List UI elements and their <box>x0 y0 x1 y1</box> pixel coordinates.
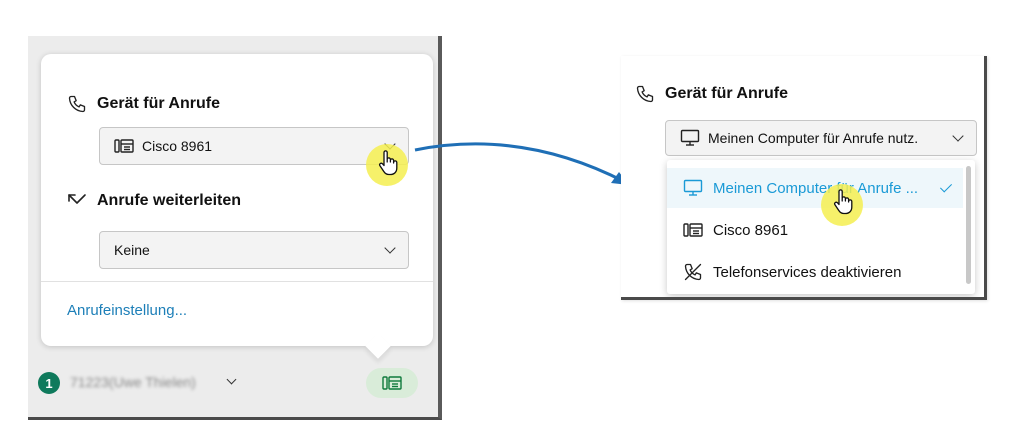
option-computer[interactable]: Meinen Computer für Anrufe ... <box>667 168 963 208</box>
right-screenshot: Gerät für Anrufe Meinen Computer für Anr… <box>621 56 987 300</box>
status-bar: 1 71223(Uwe Thielen) <box>28 364 438 414</box>
hand-cursor-icon <box>833 189 855 215</box>
forward-value: Keine <box>114 242 150 258</box>
monitor-icon <box>683 179 703 197</box>
checkmark-icon <box>939 180 953 193</box>
scrollbar[interactable] <box>966 166 971 284</box>
option-label: Telefonservices deaktivieren <box>713 263 902 281</box>
call-device-title: Gerät für Anrufe <box>665 85 788 102</box>
call-forward-icon <box>67 192 87 210</box>
call-device-dropdown-menu: Meinen Computer für Anrufe ... Cisco 896… <box>667 160 975 294</box>
call-device-value: Cisco 8961 <box>142 138 213 154</box>
call-settings-link[interactable]: Anrufeinstellung... <box>67 302 187 319</box>
phone-icon <box>635 84 655 104</box>
chevron-down-icon <box>384 242 396 254</box>
option-label: Meinen Computer für Anrufe ... <box>713 179 919 197</box>
desk-phone-icon <box>114 138 134 154</box>
left-screenshot: Gerät für Anrufe Cisco 8961 Anrufe weite… <box>28 36 442 420</box>
forward-heading: Anrufe weiterleiten <box>67 192 241 210</box>
desk-phone-icon <box>382 375 402 391</box>
forward-title: Anrufe weiterleiten <box>97 192 242 209</box>
chevron-down-icon <box>952 130 964 142</box>
desk-phone-icon <box>683 222 703 238</box>
phone-off-icon <box>683 262 703 282</box>
phone-icon <box>67 94 87 114</box>
call-device-select[interactable]: Cisco 8961 <box>99 127 409 165</box>
call-device-heading: Gerät für Anrufe <box>635 84 788 104</box>
divider <box>41 281 433 282</box>
chevron-down-icon[interactable] <box>226 374 237 385</box>
transition-arrow <box>414 142 629 185</box>
user-line-name[interactable]: 71223(Uwe Thielen) <box>70 374 196 390</box>
popover-caret <box>365 333 391 359</box>
call-device-select[interactable]: Meinen Computer für Anrufe nutz. <box>665 120 977 156</box>
notification-badge: 1 <box>38 372 60 394</box>
call-settings-popover: Gerät für Anrufe Cisco 8961 Anrufe weite… <box>41 54 433 359</box>
hand-cursor-icon <box>378 150 400 176</box>
monitor-icon <box>680 129 700 147</box>
call-device-heading: Gerät für Anrufe <box>67 94 220 114</box>
call-device-title: Gerät für Anrufe <box>97 95 220 112</box>
call-device-button[interactable] <box>366 368 418 398</box>
call-device-value: Meinen Computer für Anrufe nutz. <box>708 130 919 146</box>
option-disable-phone[interactable]: Telefonservices deaktivieren <box>667 252 963 292</box>
forward-select[interactable]: Keine <box>99 231 409 269</box>
option-label: Cisco 8961 <box>713 221 789 239</box>
option-cisco[interactable]: Cisco 8961 <box>667 210 963 250</box>
